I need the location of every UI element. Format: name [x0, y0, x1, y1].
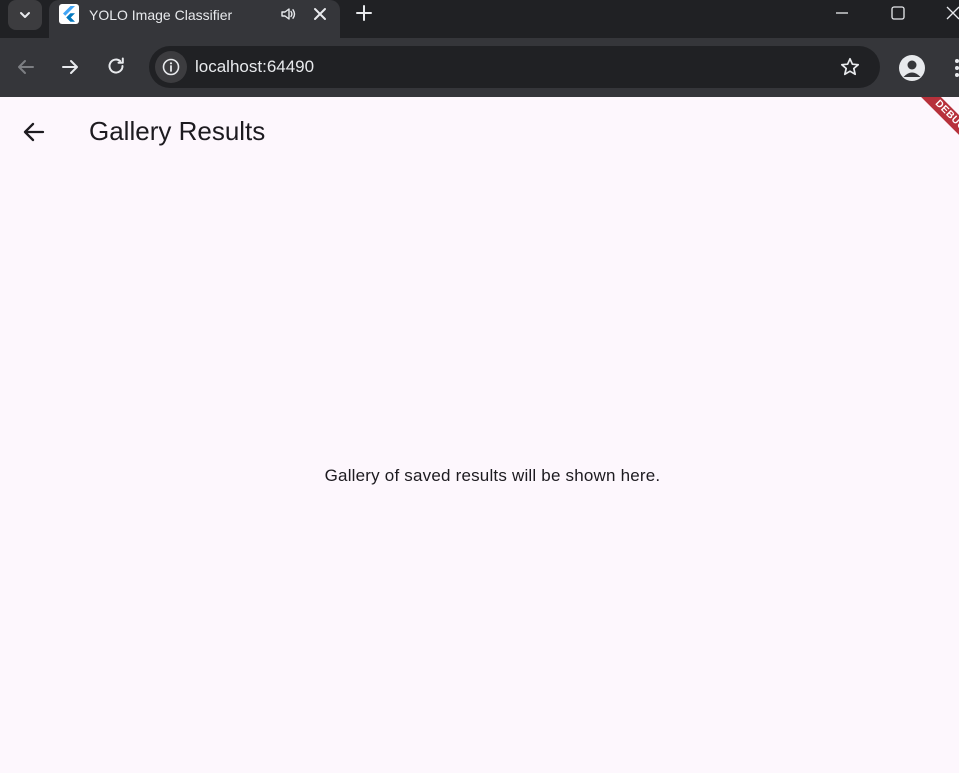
site-info-button[interactable]	[155, 51, 187, 83]
browser-tab-strip: YOLO Image Classifier	[0, 0, 959, 38]
back-arrow-icon[interactable]	[20, 118, 48, 146]
debug-banner: DEBUG	[906, 97, 959, 160]
forward-arrow-icon[interactable]	[59, 56, 81, 78]
flutter-favicon-icon	[59, 4, 79, 24]
empty-state-message: Gallery of saved results will be shown h…	[324, 466, 661, 485]
back-arrow-icon[interactable]	[15, 56, 37, 78]
close-tab-icon[interactable]	[310, 4, 330, 24]
reload-icon[interactable]	[105, 55, 127, 77]
maximize-window-icon[interactable]	[889, 4, 907, 22]
new-tab-icon[interactable]	[354, 3, 374, 23]
info-icon	[162, 58, 180, 76]
page-title: Gallery Results	[89, 116, 266, 146]
tab-search-button[interactable]	[8, 0, 42, 30]
tab-title: YOLO Image Classifier	[89, 7, 233, 23]
app-page: Gallery Results Gallery of saved results…	[0, 97, 959, 773]
address-bar[interactable]: localhost:64490	[149, 46, 880, 88]
url-text[interactable]: localhost:64490	[195, 57, 314, 77]
chevron-down-icon	[20, 12, 30, 18]
browser-tab[interactable]: YOLO Image Classifier	[49, 0, 340, 38]
profile-avatar-icon[interactable]	[899, 55, 925, 81]
close-window-icon[interactable]	[944, 4, 959, 22]
more-menu-icon[interactable]	[950, 56, 959, 80]
speaker-icon[interactable]	[279, 5, 297, 23]
bookmark-star-icon[interactable]	[839, 56, 861, 78]
browser-toolbar: localhost:64490	[0, 38, 959, 97]
minimize-window-icon[interactable]	[833, 4, 851, 22]
